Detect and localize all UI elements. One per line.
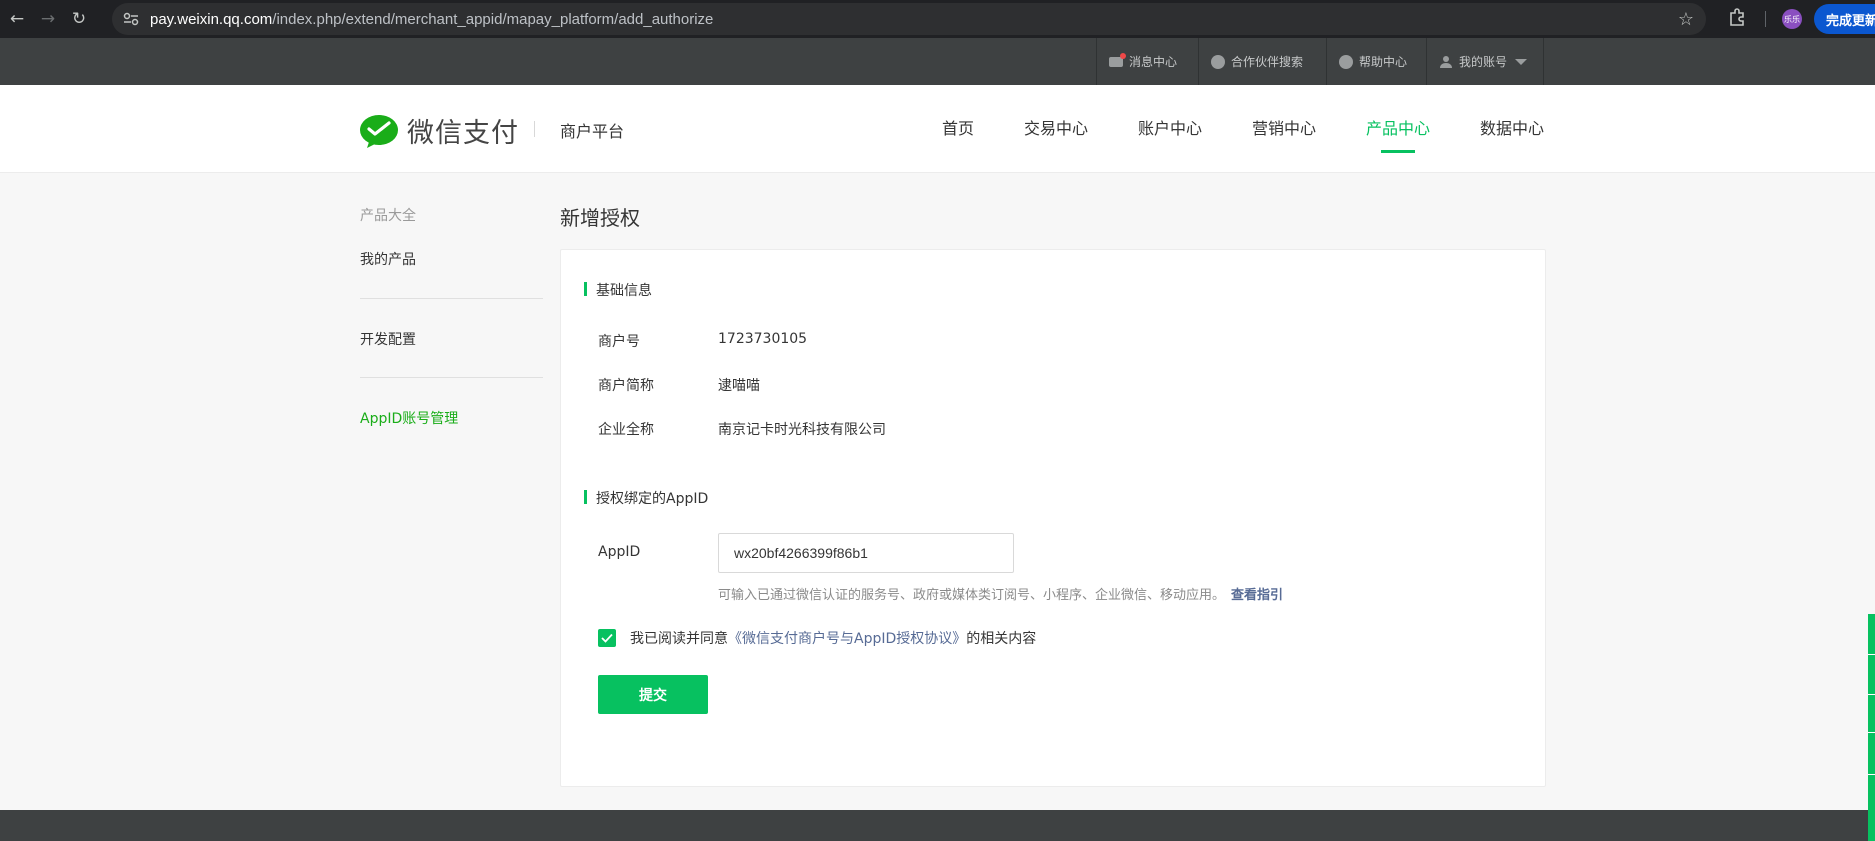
sidebar-item-dev-config[interactable]: 开发配置 — [360, 329, 416, 349]
submit-button[interactable]: 提交 — [598, 675, 708, 714]
site-footer — [0, 810, 1875, 841]
message-center-label: 消息中心 — [1129, 55, 1178, 69]
toolbar-separator — [1765, 11, 1766, 27]
merchant-id-label: 商户号 — [598, 334, 640, 350]
partner-search-label: 合作伙伴搜索 — [1231, 55, 1304, 69]
topbar-divider — [1543, 38, 1544, 85]
toolbar-separator — [1868, 694, 1875, 695]
agreement-row: 我已阅读并同意 《微信支付商户号与AppID授权协议》 的相关内容 — [598, 628, 1036, 648]
partner-search-icon — [1211, 54, 1225, 69]
appid-input[interactable] — [718, 533, 1014, 573]
toolbar-separator — [1868, 774, 1875, 775]
checkmark-icon — [601, 633, 613, 643]
bookmark-star-icon[interactable]: ☆ — [1678, 9, 1694, 30]
partner-search-link[interactable]: 合作伙伴搜索 — [1198, 38, 1326, 85]
logo-text: 微信支付 — [407, 118, 519, 149]
merchant-id-value: 1723730105 — [718, 331, 808, 347]
sidebar-divider — [360, 377, 543, 378]
nav-products[interactable]: 产品中心 — [1366, 115, 1430, 155]
toolbar-separator — [1868, 654, 1875, 655]
view-guide-link[interactable]: 查看指引 — [1231, 588, 1283, 603]
my-account-label: 我的账号 — [1459, 55, 1508, 69]
logo-divider — [534, 121, 535, 137]
reload-icon[interactable]: ↻ — [65, 5, 93, 33]
site-header: 微信支付 商户平台 首页 交易中心 账户中心 营销中心 产品中心 数据中心 — [0, 85, 1875, 173]
basic-info-heading: 基础信息 — [584, 280, 652, 300]
appid-hint: 可输入已通过微信认证的服务号、政府或媒体类订阅号、小程序、企业微信、移动应用。查… — [718, 584, 1283, 603]
site-topbar: 消息中心 合作伙伴搜索 帮助中心 我的账号 — [0, 38, 1875, 85]
browser-toolbar: ← → ↻ pay.weixin.qq.com/index.php/extend… — [0, 0, 1875, 38]
url-path: /index.php/extend/merchant_appid/mapay_p… — [272, 10, 714, 28]
agreement-checkbox[interactable] — [598, 629, 616, 647]
page-title: 新增授权 — [560, 206, 640, 230]
url-host: pay.weixin.qq.com — [150, 10, 273, 28]
browser-update-button[interactable]: 完成更新 — [1814, 4, 1875, 34]
help-center-label: 帮助中心 — [1359, 55, 1408, 69]
appid-hint-text: 可输入已通过微信认证的服务号、政府或媒体类订阅号、小程序、企业微信、移动应用。 — [718, 588, 1226, 603]
sidebar-item-appid-management[interactable]: AppID账号管理 — [360, 408, 458, 428]
nav-marketing[interactable]: 营销中心 — [1252, 115, 1316, 155]
side-float-toolbar[interactable] — [1868, 614, 1875, 841]
address-bar[interactable]: pay.weixin.qq.com/index.php/extend/merch… — [112, 3, 1706, 35]
forward-icon[interactable]: → — [34, 5, 62, 33]
my-account-menu[interactable]: 我的账号 — [1426, 38, 1544, 85]
sidebar-divider — [360, 298, 543, 299]
agreement-prefix: 我已阅读并同意 — [630, 631, 728, 647]
short-name-value: 逮喵喵 — [718, 378, 760, 394]
full-name-value: 南京记卡时光科技有限公司 — [718, 422, 886, 438]
agreement-link[interactable]: 《微信支付商户号与AppID授权协议》 — [728, 628, 966, 648]
chevron-down-icon — [1515, 58, 1528, 65]
platform-label: 商户平台 — [560, 122, 625, 141]
full-name-label: 企业全称 — [598, 422, 654, 438]
toolbar-separator — [1868, 732, 1875, 733]
back-icon[interactable]: ← — [3, 5, 31, 33]
url-text[interactable]: pay.weixin.qq.com/index.php/extend/merch… — [150, 11, 713, 28]
wechat-pay-logo[interactable]: 微信支付 — [359, 111, 519, 150]
help-center-link[interactable]: 帮助中心 — [1326, 38, 1426, 85]
bind-appid-heading: 授权绑定的AppID — [584, 488, 708, 508]
nav-home[interactable]: 首页 — [942, 115, 974, 155]
site-info-icon[interactable] — [120, 8, 142, 30]
agreement-suffix: 的相关内容 — [966, 631, 1037, 647]
wechat-pay-logo-icon — [360, 114, 398, 148]
short-name-label: 商户简称 — [598, 378, 654, 394]
nav-data[interactable]: 数据中心 — [1480, 115, 1544, 155]
message-center-link[interactable]: 消息中心 — [1096, 38, 1182, 85]
profile-avatar[interactable]: 乐乐 — [1782, 9, 1802, 29]
nav-transactions[interactable]: 交易中心 — [1024, 115, 1088, 155]
help-icon — [1339, 54, 1353, 69]
sidebar-section-title: 产品大全 — [360, 208, 416, 224]
sidebar-item-my-products[interactable]: 我的产品 — [360, 249, 416, 269]
user-icon — [1439, 55, 1453, 69]
nav-account[interactable]: 账户中心 — [1138, 115, 1202, 155]
mail-icon — [1109, 52, 1126, 67]
extensions-icon[interactable] — [1727, 7, 1751, 31]
appid-label: AppID — [598, 544, 641, 560]
authorize-form-card: 基础信息 商户号 1723730105 商户简称 逮喵喵 企业全称 南京记卡时光… — [560, 249, 1546, 787]
